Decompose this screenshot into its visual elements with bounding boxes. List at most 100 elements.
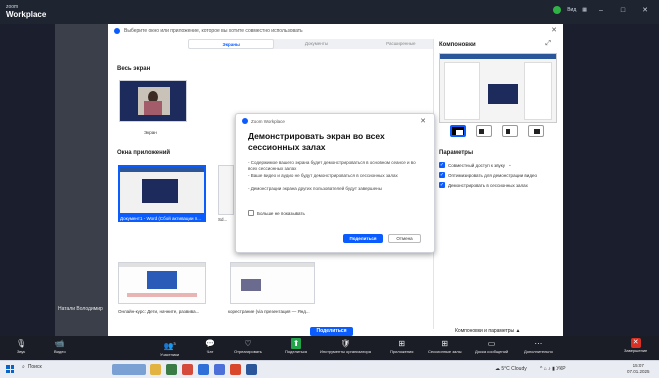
checkbox-checked-icon[interactable]: ✓ [439, 162, 445, 168]
close-icon[interactable]: ✕ [420, 117, 426, 125]
option-label: Совместный доступ к звуку [448, 162, 506, 168]
react-button[interactable]: ♡ Отреагировать [234, 338, 262, 354]
end-meeting-button[interactable]: ✕ Завершение [624, 338, 647, 353]
tab-advanced[interactable]: Расширенные [359, 39, 443, 49]
layouts-params-toggle[interactable]: Компоновки и параметры ▲ [455, 328, 520, 334]
share-panel-header-text: Выберите окно или приложение, которое вы… [124, 27, 303, 34]
toolbar-label: Звук [16, 349, 26, 354]
taskbar-clock[interactable]: 15:07 07.01.2025 [627, 363, 650, 375]
browser-yandex-icon[interactable] [182, 364, 193, 375]
apps-button[interactable]: ⊞ Приложения [390, 338, 413, 354]
toolbar-label: Поделиться [285, 349, 308, 354]
windows-start-icon[interactable] [6, 365, 14, 373]
host-tools-button[interactable]: 🛡 Инструменты организатора [320, 338, 371, 354]
checkbox-unchecked-icon[interactable] [248, 210, 254, 216]
taskbar-search[interactable]: ⌕ Поиск [22, 364, 42, 370]
checkbox-checked-icon[interactable]: ✓ [439, 172, 445, 178]
window-thumbnail-word[interactable] [118, 165, 206, 215]
tray-chevron-icon[interactable]: ^ [540, 366, 542, 372]
layout-picture-in-picture-button[interactable] [476, 125, 492, 137]
layout-preview [439, 53, 557, 123]
share-tabs: Экраны Документы Расширенные [188, 39, 443, 49]
toolbar-label: Инструменты организатора [320, 349, 371, 354]
taskbar-news-widget[interactable] [112, 364, 146, 375]
zoom-taskbar-icon[interactable] [198, 364, 209, 375]
end-call-icon: ✕ [630, 338, 641, 348]
dialog-bullet: - Содержимое вашего экрана будет демонст… [248, 160, 416, 171]
layout-side-by-side-button[interactable] [502, 125, 518, 137]
more-icon: ⋯ [534, 339, 543, 348]
audio-button[interactable]: 🎙 Звук [16, 338, 26, 354]
search-icon: ⌕ [22, 364, 25, 370]
system-tray[interactable]: ^ ⌂ ♪ ▮ УКР [540, 366, 566, 372]
expand-icon[interactable]: ⤢ [545, 40, 551, 48]
dialog-header-text: Zoom Workplace [251, 118, 285, 124]
option-share-breakout[interactable]: ✓ Демонстрировать в сессионных залах [439, 182, 528, 188]
params-title: Параметры [439, 150, 474, 156]
layout-corner-button[interactable] [528, 125, 544, 137]
share-toolbar-button[interactable]: ⬆ Поделиться [285, 338, 307, 354]
whole-screen-title: Весь экран [117, 66, 151, 72]
zoom-logo: zoom Workplace [6, 3, 46, 19]
share-button[interactable]: Поделиться [310, 327, 353, 336]
option-optimize-video[interactable]: ✓ Оптимизировать для демонстрации видео [439, 172, 537, 178]
docs-button[interactable]: ▭ Доска сообщений [475, 338, 508, 354]
chrome-icon[interactable] [214, 364, 225, 375]
tab-documents[interactable]: Документы [274, 39, 358, 49]
dialog-cancel-button[interactable]: Отмена [388, 234, 421, 243]
word-icon[interactable] [246, 364, 257, 375]
dialog-share-button[interactable]: Поделиться [343, 234, 383, 243]
view-menu[interactable]: Вид [567, 7, 576, 13]
option-share-audio[interactable]: ✓ Совместный доступ к звуку ⌄ [439, 162, 512, 168]
breakout-rooms-button[interactable]: ⊞ Сессионные залы [428, 338, 461, 354]
window-thumbnail-presentation[interactable] [230, 262, 315, 304]
weather-widget[interactable]: ☁ 5°C Cloudy [495, 366, 527, 372]
dialog-title: Демонстрировать экран во всех сессионных… [248, 131, 385, 152]
powerpoint-icon[interactable] [230, 364, 241, 375]
window-thumbnail-course[interactable] [118, 262, 206, 304]
battery-icon[interactable]: ▮ [552, 366, 555, 372]
checkbox-checked-icon[interactable]: ✓ [439, 182, 445, 188]
whiteboard-icon: ▭ [487, 339, 496, 348]
tab-screens[interactable]: Экраны [188, 39, 275, 49]
store-icon[interactable] [166, 364, 177, 375]
chevron-down-icon[interactable]: ⌄ [508, 162, 512, 168]
more-button[interactable]: ⋯ Дополнительно [524, 338, 553, 354]
toolbar-label: Завершение [624, 348, 648, 353]
network-icon[interactable]: ⌂ [544, 366, 547, 372]
toolbar-label: Дополнительно [524, 349, 553, 354]
minimize-button[interactable]: – [593, 7, 609, 14]
participants-glyph: 👥 [163, 341, 174, 351]
layout-fullscreen-button[interactable] [450, 125, 466, 137]
participants-button[interactable]: 👥3 Участники [160, 338, 179, 357]
screen-thumbnail[interactable] [119, 80, 187, 122]
grid-icon[interactable]: ▦ [582, 7, 587, 13]
volume-icon[interactable]: ♪ [548, 366, 551, 372]
apps-grid-icon: ⊞ [398, 339, 406, 348]
layouts-panel: Компоновки ⤢ Параметры ✓ Совместный дост… [433, 39, 563, 329]
taskbar-search-label: Поиск [27, 364, 42, 370]
close-window-button[interactable]: ✕ [637, 6, 653, 14]
toolbar-label: Отреагировать [234, 349, 262, 354]
window-label-course: Онлайн-курс: Дети, начните, развива... [118, 309, 200, 314]
maximize-button[interactable]: □ [615, 7, 631, 14]
file-explorer-icon[interactable] [150, 364, 161, 375]
window-label-2: Sd... [218, 217, 228, 222]
video-button[interactable]: 📹 Видео [54, 338, 66, 354]
chat-button[interactable]: 💬 Чат [205, 338, 215, 354]
layouts-title: Компоновки [439, 42, 476, 48]
toolbar-label: Чат [206, 349, 214, 354]
toolbar-label: Участники [160, 351, 180, 357]
weather-text: 5°C Cloudy [501, 366, 527, 372]
dialog-header: Zoom Workplace [242, 118, 285, 124]
participant-video [55, 24, 115, 336]
close-icon[interactable]: ✕ [551, 26, 557, 34]
breakout-rooms-icon: ⊞ [441, 339, 449, 348]
share-panel-header: Выберите окно или приложение, которое вы… [108, 24, 563, 37]
dont-show-again[interactable]: Больше не показывать [248, 210, 305, 216]
security-shield-icon[interactable] [553, 6, 562, 14]
window-thumbnail-2[interactable] [218, 165, 234, 215]
participants-icon: 👥3 [160, 338, 179, 352]
language-indicator[interactable]: УКР [556, 366, 565, 372]
share-all-rooms-dialog: Zoom Workplace ✕ Демонстрировать экран в… [235, 113, 435, 253]
